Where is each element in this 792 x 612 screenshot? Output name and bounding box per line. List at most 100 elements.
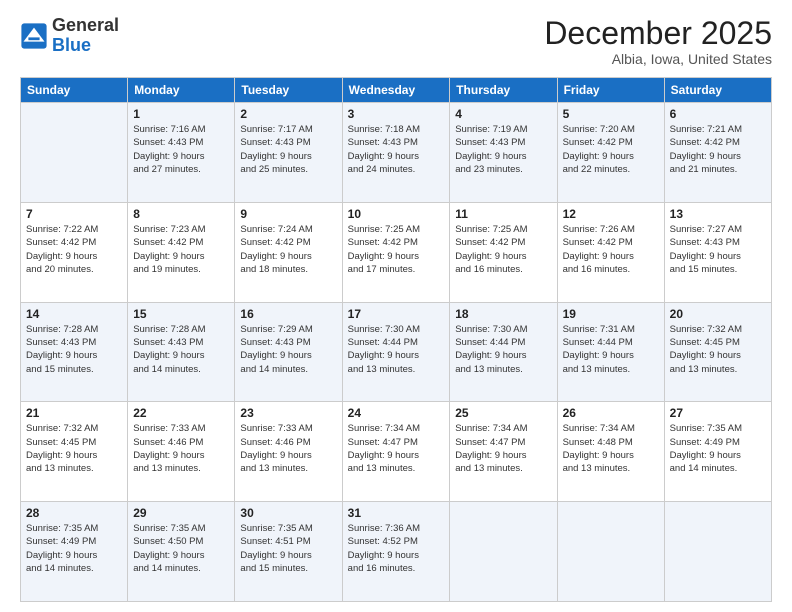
calendar: Sunday Monday Tuesday Wednesday Thursday… [20, 77, 772, 602]
header: General Blue December 2025 Albia, Iowa, … [20, 16, 772, 67]
day-info: Sunrise: 7:30 AMSunset: 4:44 PMDaylight:… [455, 323, 551, 376]
table-row: 29 Sunrise: 7:35 AMSunset: 4:50 PMDayligh… [128, 502, 235, 602]
table-row: 15 Sunrise: 7:28 AMSunset: 4:43 PMDayligh… [128, 302, 235, 402]
day-number: 10 [348, 207, 445, 221]
table-row: 4 Sunrise: 7:19 AMSunset: 4:43 PMDaylight… [450, 103, 557, 203]
logo-blue-text: Blue [52, 36, 119, 56]
header-friday: Friday [557, 78, 664, 103]
table-row [21, 103, 128, 203]
calendar-week-row: 1 Sunrise: 7:16 AMSunset: 4:43 PMDaylight… [21, 103, 772, 203]
table-row: 6 Sunrise: 7:21 AMSunset: 4:42 PMDaylight… [664, 103, 771, 203]
table-row: 7Sunrise: 7:22 AMSunset: 4:42 PMDaylight… [21, 202, 128, 302]
location-text: Albia, Iowa, United States [544, 51, 772, 67]
day-number: 31 [348, 506, 445, 520]
title-block: December 2025 Albia, Iowa, United States [544, 16, 772, 67]
day-number: 28 [26, 506, 122, 520]
table-row: 21 Sunrise: 7:32 AMSunset: 4:45 PMDayligh… [21, 402, 128, 502]
day-info: Sunrise: 7:17 AMSunset: 4:43 PMDaylight:… [240, 123, 336, 176]
day-info: Sunrise: 7:21 AMSunset: 4:42 PMDaylight:… [670, 123, 766, 176]
table-row: 8 Sunrise: 7:23 AMSunset: 4:42 PMDaylight… [128, 202, 235, 302]
day-info: Sunrise: 7:29 AMSunset: 4:43 PMDaylight:… [240, 323, 336, 376]
day-info: Sunrise: 7:23 AMSunset: 4:42 PMDaylight:… [133, 223, 229, 276]
table-row: 3 Sunrise: 7:18 AMSunset: 4:43 PMDaylight… [342, 103, 450, 203]
calendar-week-row: 14 Sunrise: 7:28 AMSunset: 4:43 PMDayligh… [21, 302, 772, 402]
day-info: Sunrise: 7:35 AMSunset: 4:50 PMDaylight:… [133, 522, 229, 575]
day-info: Sunrise: 7:27 AMSunset: 4:43 PMDaylight:… [670, 223, 766, 276]
day-info: Sunrise: 7:28 AMSunset: 4:43 PMDaylight:… [133, 323, 229, 376]
header-thursday: Thursday [450, 78, 557, 103]
header-saturday: Saturday [664, 78, 771, 103]
header-sunday: Sunday [21, 78, 128, 103]
calendar-header-row: Sunday Monday Tuesday Wednesday Thursday… [21, 78, 772, 103]
table-row: 12Sunrise: 7:26 AMSunset: 4:42 PMDayligh… [557, 202, 664, 302]
logo-general-text: General [52, 16, 119, 36]
day-number: 20 [670, 307, 766, 321]
table-row: 27 Sunrise: 7:35 AMSunset: 4:49 PMDayligh… [664, 402, 771, 502]
day-info: Sunrise: 7:25 AMSunset: 4:42 PMDaylight:… [455, 223, 551, 276]
day-number: 3 [348, 107, 445, 121]
day-info: Sunrise: 7:30 AMSunset: 4:44 PMDaylight:… [348, 323, 445, 376]
table-row: 13 Sunrise: 7:27 AMSunset: 4:43 PMDayligh… [664, 202, 771, 302]
day-number: 5 [563, 107, 659, 121]
table-row: 23 Sunrise: 7:33 AMSunset: 4:46 PMDayligh… [235, 402, 342, 502]
table-row: 1 Sunrise: 7:16 AMSunset: 4:43 PMDaylight… [128, 103, 235, 203]
day-number: 19 [563, 307, 659, 321]
calendar-week-row: 28 Sunrise: 7:35 AMSunset: 4:49 PMDayligh… [21, 502, 772, 602]
day-number: 30 [240, 506, 336, 520]
table-row [557, 502, 664, 602]
table-row: 31Sunrise: 7:36 AMSunset: 4:52 PMDayligh… [342, 502, 450, 602]
table-row: 10Sunrise: 7:25 AMSunset: 4:42 PMDayligh… [342, 202, 450, 302]
day-number: 7 [26, 207, 122, 221]
day-info: Sunrise: 7:33 AMSunset: 4:46 PMDaylight:… [240, 422, 336, 475]
day-number: 23 [240, 406, 336, 420]
table-row: 9Sunrise: 7:24 AMSunset: 4:42 PMDaylight… [235, 202, 342, 302]
header-tuesday: Tuesday [235, 78, 342, 103]
day-number: 15 [133, 307, 229, 321]
day-number: 27 [670, 406, 766, 420]
table-row: 5 Sunrise: 7:20 AMSunset: 4:42 PMDaylight… [557, 103, 664, 203]
calendar-week-row: 21 Sunrise: 7:32 AMSunset: 4:45 PMDayligh… [21, 402, 772, 502]
day-number: 14 [26, 307, 122, 321]
day-number: 6 [670, 107, 766, 121]
header-monday: Monday [128, 78, 235, 103]
day-number: 29 [133, 506, 229, 520]
table-row: 11 Sunrise: 7:25 AMSunset: 4:42 PMDayligh… [450, 202, 557, 302]
day-info: Sunrise: 7:24 AMSunset: 4:42 PMDaylight:… [240, 223, 336, 276]
table-row: 19Sunrise: 7:31 AMSunset: 4:44 PMDayligh… [557, 302, 664, 402]
day-info: Sunrise: 7:33 AMSunset: 4:46 PMDaylight:… [133, 422, 229, 475]
day-info: Sunrise: 7:16 AMSunset: 4:43 PMDaylight:… [133, 123, 229, 176]
day-number: 26 [563, 406, 659, 420]
day-number: 13 [670, 207, 766, 221]
day-number: 17 [348, 307, 445, 321]
day-number: 2 [240, 107, 336, 121]
day-number: 18 [455, 307, 551, 321]
day-info: Sunrise: 7:19 AMSunset: 4:43 PMDaylight:… [455, 123, 551, 176]
day-info: Sunrise: 7:32 AMSunset: 4:45 PMDaylight:… [26, 422, 122, 475]
day-info: Sunrise: 7:34 AMSunset: 4:47 PMDaylight:… [455, 422, 551, 475]
table-row: 22 Sunrise: 7:33 AMSunset: 4:46 PMDayligh… [128, 402, 235, 502]
day-info: Sunrise: 7:28 AMSunset: 4:43 PMDaylight:… [26, 323, 122, 376]
header-wednesday: Wednesday [342, 78, 450, 103]
day-info: Sunrise: 7:35 AMSunset: 4:49 PMDaylight:… [670, 422, 766, 475]
day-number: 24 [348, 406, 445, 420]
table-row: 14 Sunrise: 7:28 AMSunset: 4:43 PMDayligh… [21, 302, 128, 402]
table-row: 17 Sunrise: 7:30 AMSunset: 4:44 PMDayligh… [342, 302, 450, 402]
day-number: 16 [240, 307, 336, 321]
day-number: 8 [133, 207, 229, 221]
table-row: 18 Sunrise: 7:30 AMSunset: 4:44 PMDayligh… [450, 302, 557, 402]
day-number: 11 [455, 207, 551, 221]
day-info: Sunrise: 7:20 AMSunset: 4:42 PMDaylight:… [563, 123, 659, 176]
day-info: Sunrise: 7:35 AMSunset: 4:49 PMDaylight:… [26, 522, 122, 575]
day-number: 1 [133, 107, 229, 121]
day-number: 22 [133, 406, 229, 420]
day-info: Sunrise: 7:32 AMSunset: 4:45 PMDaylight:… [670, 323, 766, 376]
day-info: Sunrise: 7:34 AMSunset: 4:48 PMDaylight:… [563, 422, 659, 475]
day-info: Sunrise: 7:18 AMSunset: 4:43 PMDaylight:… [348, 123, 445, 176]
logo-icon [20, 22, 48, 50]
day-number: 21 [26, 406, 122, 420]
table-row: 24Sunrise: 7:34 AMSunset: 4:47 PMDayligh… [342, 402, 450, 502]
day-number: 4 [455, 107, 551, 121]
table-row: 16 Sunrise: 7:29 AMSunset: 4:43 PMDayligh… [235, 302, 342, 402]
table-row: 2 Sunrise: 7:17 AMSunset: 4:43 PMDaylight… [235, 103, 342, 203]
table-row: 25Sunrise: 7:34 AMSunset: 4:47 PMDayligh… [450, 402, 557, 502]
